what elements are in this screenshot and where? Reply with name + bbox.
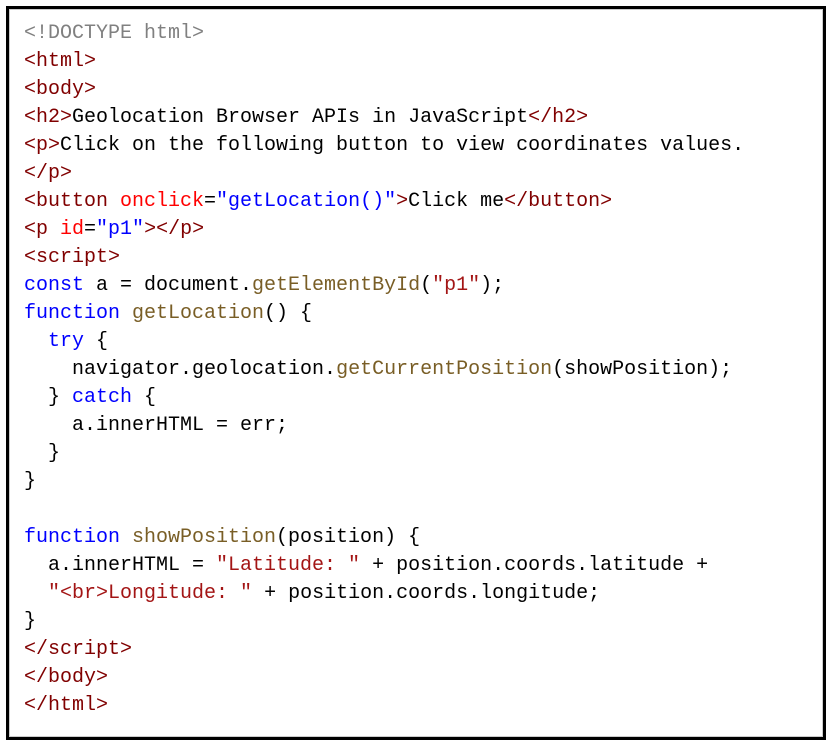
code-doctype: <!DOCTYPE html> [24, 22, 204, 45]
code-script-close: </script> [24, 638, 132, 661]
code-frame-inner: <!DOCTYPE html> <html> <body> <h2>Geoloc… [9, 9, 823, 737]
code-getel-close: ); [480, 274, 504, 297]
code-getel-open: ( [420, 274, 432, 297]
code-catch-kw: catch [72, 386, 132, 409]
code-const-rest: a = document. [84, 274, 252, 297]
code-show1-c: + position.coords.latitude + [360, 554, 708, 577]
code-getel-arg: "p1" [432, 274, 480, 297]
code-func1-name: getLocation [120, 302, 264, 325]
code-func1-rest: () { [264, 302, 312, 325]
code-func2-name: showPosition [120, 526, 276, 549]
code-nav-c: (showPosition); [552, 358, 732, 381]
code-button-open-tag: <button [24, 190, 108, 213]
code-button-open-end: > [396, 190, 408, 213]
code-button-text: Click me [408, 190, 504, 213]
code-try-kw: try [24, 330, 84, 353]
code-nav-a: navigator.geolocation. [24, 358, 336, 381]
code-p2-eq: = [84, 218, 96, 241]
code-frame: <!DOCTYPE html> <html> <body> <h2>Geoloc… [6, 6, 826, 740]
code-block: <!DOCTYPE html> <html> <body> <h2>Geoloc… [24, 20, 808, 720]
code-h2-text: Geolocation Browser APIs in JavaScript [72, 106, 528, 129]
code-p2-open-end: > [144, 218, 156, 241]
code-const-kw: const [24, 274, 84, 297]
code-h2-close: </h2> [528, 106, 588, 129]
code-h2-open: <h2> [24, 106, 72, 129]
code-catch-b: { [132, 386, 156, 409]
code-html-open: <html> [24, 50, 96, 73]
code-func1-close: } [24, 470, 36, 493]
code-try-rest: { [84, 330, 108, 353]
code-p2-val: "p1" [96, 218, 144, 241]
code-func2-kw: function [24, 526, 120, 549]
code-button-attr: onclick [108, 190, 204, 213]
code-func1-kw: function [24, 302, 120, 325]
code-p2-close: </p> [156, 218, 204, 241]
code-button-eq: = [204, 190, 216, 213]
code-button-close: </button> [504, 190, 612, 213]
code-func2-rest: (position) { [276, 526, 420, 549]
code-html-close: </html> [24, 694, 108, 717]
code-body-open: <body> [24, 78, 96, 101]
code-script-open: <script> [24, 246, 120, 269]
code-nav-b: getCurrentPosition [336, 358, 552, 381]
code-p2-open-tag: <p [24, 218, 48, 241]
code-show2-a [24, 582, 48, 605]
code-p-open: <p> [24, 134, 60, 157]
code-catch-close: } [24, 442, 60, 465]
code-p-close: </p> [24, 162, 72, 185]
code-show1-b: "Latitude: " [216, 554, 360, 577]
code-func2-close: } [24, 610, 36, 633]
code-getel: getElementById [252, 274, 420, 297]
code-body-close: </body> [24, 666, 108, 689]
code-p-text: Click on the following button to view co… [60, 134, 744, 157]
code-show2-b: "<br>Longitude: " [48, 582, 252, 605]
code-show2-c: + position.coords.longitude; [252, 582, 600, 605]
code-catch-body: a.innerHTML = err; [24, 414, 288, 437]
code-catch-a: } [24, 386, 72, 409]
code-button-val: "getLocation()" [216, 190, 396, 213]
code-show1-a: a.innerHTML = [24, 554, 216, 577]
code-p2-attr: id [48, 218, 84, 241]
